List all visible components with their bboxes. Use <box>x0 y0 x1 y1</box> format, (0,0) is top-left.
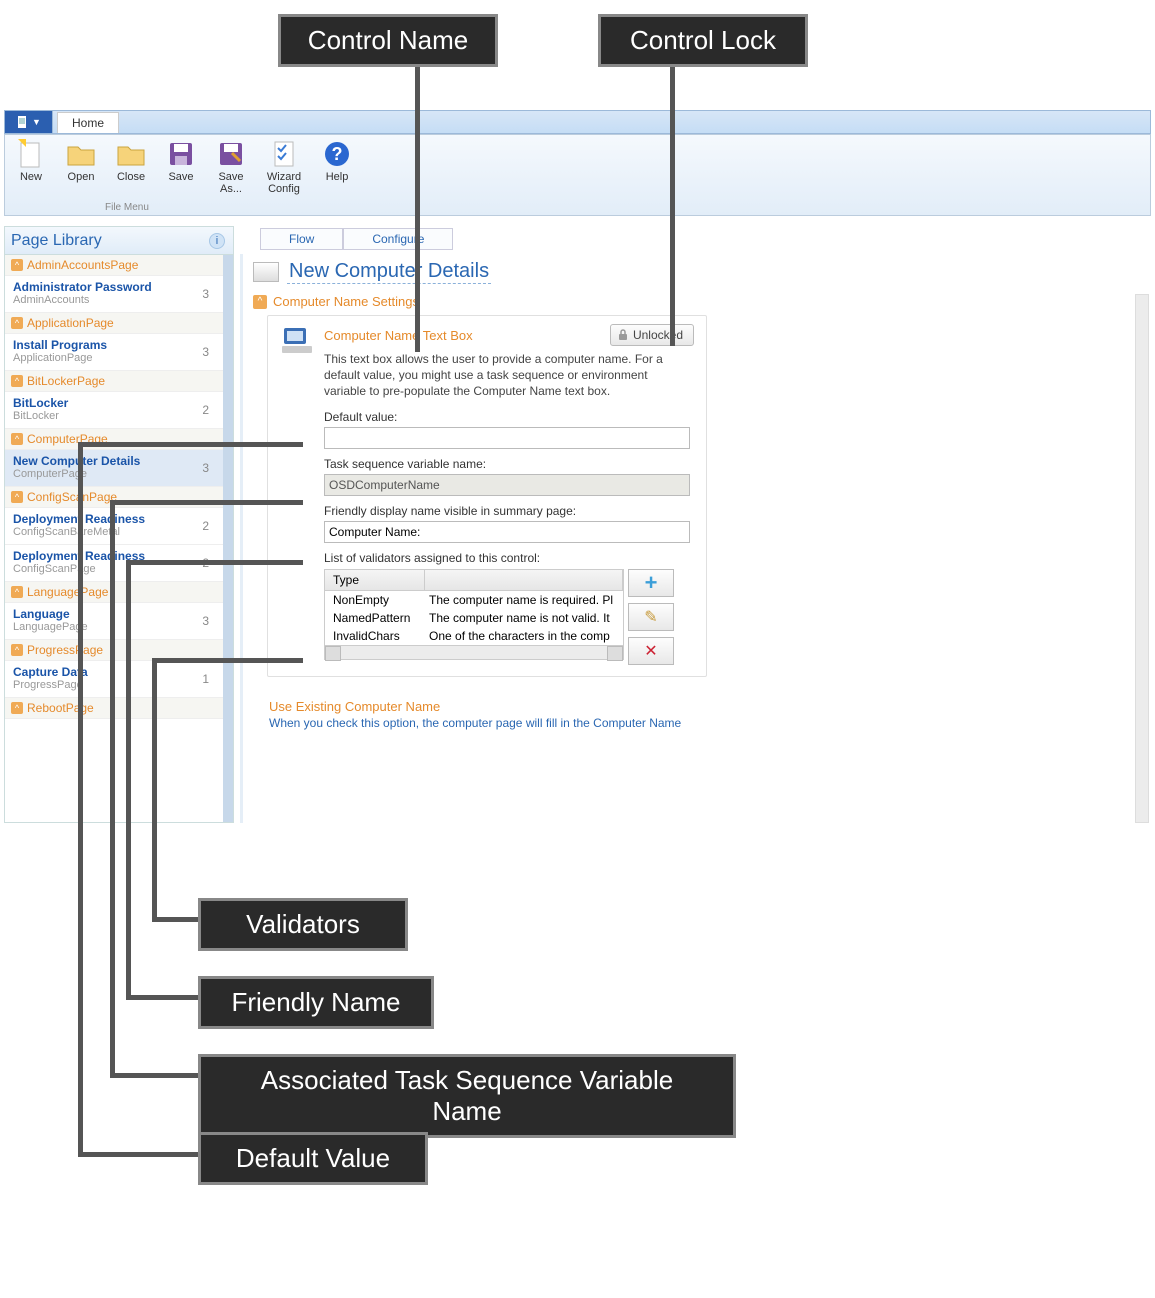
chevron-up-icon: ^ <box>11 433 23 445</box>
callout-validators: Validators <box>198 898 408 951</box>
chevron-up-icon: ^ <box>253 295 267 309</box>
chevron-up-icon: ^ <box>11 375 23 387</box>
save-as-button[interactable]: Save As... <box>211 139 251 195</box>
wizard-config-button[interactable]: Wizard Config <box>261 139 307 195</box>
callout-control-lock: Control Lock <box>598 14 808 67</box>
chevron-up-icon: ^ <box>11 491 23 503</box>
ribbon: New Open Close Save Save As... Wizard Co… <box>4 134 1151 216</box>
tsvar-label: Task sequence variable name: <box>324 457 690 471</box>
callout-friendly-name: Friendly Name <box>198 976 434 1029</box>
new-button[interactable]: New <box>11 139 51 183</box>
window-icon <box>253 262 279 282</box>
callout-control-name: Control Name <box>278 14 498 67</box>
library-item[interactable]: New Computer DetailsComputerPage3 <box>5 450 223 487</box>
tab-flow[interactable]: Flow <box>260 228 343 250</box>
info-icon[interactable]: i <box>209 233 225 249</box>
computer-icon <box>280 326 314 356</box>
library-item[interactable]: Install ProgramsApplicationPage3 <box>5 334 223 371</box>
page-title: New Computer Details <box>287 260 491 284</box>
ribbon-group-label: File Menu <box>105 202 149 213</box>
chevron-up-icon: ^ <box>11 259 23 271</box>
folder-open-icon <box>66 139 96 169</box>
validators-hscrollbar[interactable] <box>325 645 623 659</box>
validators-list[interactable]: Type NonEmptyThe computer name is requir… <box>324 569 624 660</box>
validators-col-blank <box>425 570 623 590</box>
main-scrollbar[interactable] <box>1135 294 1149 823</box>
close-button[interactable]: Close <box>111 139 151 183</box>
validators-col-type: Type <box>325 570 425 590</box>
default-value-input[interactable] <box>324 427 690 449</box>
lock-icon <box>617 329 629 341</box>
main-area: New Computer Details ^ Computer Name Set… <box>240 254 1149 823</box>
lock-button[interactable]: Unlocked <box>610 324 694 346</box>
callout-tsvar: Associated Task Sequence Variable Name <box>198 1054 736 1138</box>
edit-validator-button[interactable]: ✎ <box>628 603 674 631</box>
x-icon: ✕ <box>644 641 657 661</box>
use-existing-desc: When you check this option, the computer… <box>243 716 1149 730</box>
svg-text:?: ? <box>332 144 343 164</box>
tsvar-input[interactable] <box>324 474 690 496</box>
document-icon <box>16 115 30 129</box>
use-existing-heading: Use Existing Computer Name <box>243 695 1149 716</box>
title-bar: ▼ Home <box>4 110 1151 134</box>
save-as-icon <box>216 139 246 169</box>
file-menu-button[interactable]: ▼ <box>5 111 53 133</box>
library-item[interactable]: Administrator PasswordAdminAccounts3 <box>5 276 223 313</box>
folder-close-icon <box>116 139 146 169</box>
help-button[interactable]: ? Help <box>317 139 357 183</box>
save-icon <box>166 139 196 169</box>
control-card: Computer Name Text Box Unlocked This tex… <box>267 315 707 677</box>
add-validator-button[interactable]: + <box>628 569 674 597</box>
chevron-up-icon: ^ <box>11 586 23 598</box>
callout-default-value: Default Value <box>198 1132 428 1185</box>
save-button[interactable]: Save <box>161 139 201 183</box>
control-description: This text box allows the user to provide… <box>324 351 690 400</box>
chevron-up-icon: ^ <box>11 317 23 329</box>
chevron-up-icon: ^ <box>11 644 23 656</box>
library-scrollbar[interactable] <box>223 255 233 822</box>
library-group[interactable]: ^BitLockerPage <box>5 371 223 392</box>
validators-label: List of validators assigned to this cont… <box>324 551 690 565</box>
section-header[interactable]: ^ Computer Name Settings <box>243 290 1149 315</box>
tab-configure[interactable]: Configure <box>343 228 453 250</box>
friendly-label: Friendly display name visible in summary… <box>324 504 690 518</box>
pencil-icon: ✎ <box>644 607 657 627</box>
wizard-config-icon <box>269 139 299 169</box>
library-item[interactable]: BitLockerBitLocker2 <box>5 392 223 429</box>
help-icon: ? <box>322 139 352 169</box>
chevron-up-icon: ^ <box>11 702 23 714</box>
remove-validator-button[interactable]: ✕ <box>628 637 674 665</box>
library-group[interactable]: ^AdminAccountsPage <box>5 255 223 276</box>
open-button[interactable]: Open <box>61 139 101 183</box>
new-file-icon <box>16 139 46 169</box>
friendly-input[interactable] <box>324 521 690 543</box>
plus-icon: + <box>645 570 658 596</box>
validator-row[interactable]: NonEmptyThe computer name is required. P… <box>325 591 623 609</box>
page-library-panel: Page Library i ^AdminAccountsPageAdminis… <box>4 226 234 823</box>
default-value-label: Default value: <box>324 410 690 424</box>
tab-home[interactable]: Home <box>57 112 119 133</box>
library-group[interactable]: ^ApplicationPage <box>5 313 223 334</box>
validator-row[interactable]: NamedPatternThe computer name is not val… <box>325 609 623 627</box>
validator-row[interactable]: InvalidCharsOne of the characters in the… <box>325 627 623 645</box>
page-library-header: Page Library i <box>5 227 233 255</box>
